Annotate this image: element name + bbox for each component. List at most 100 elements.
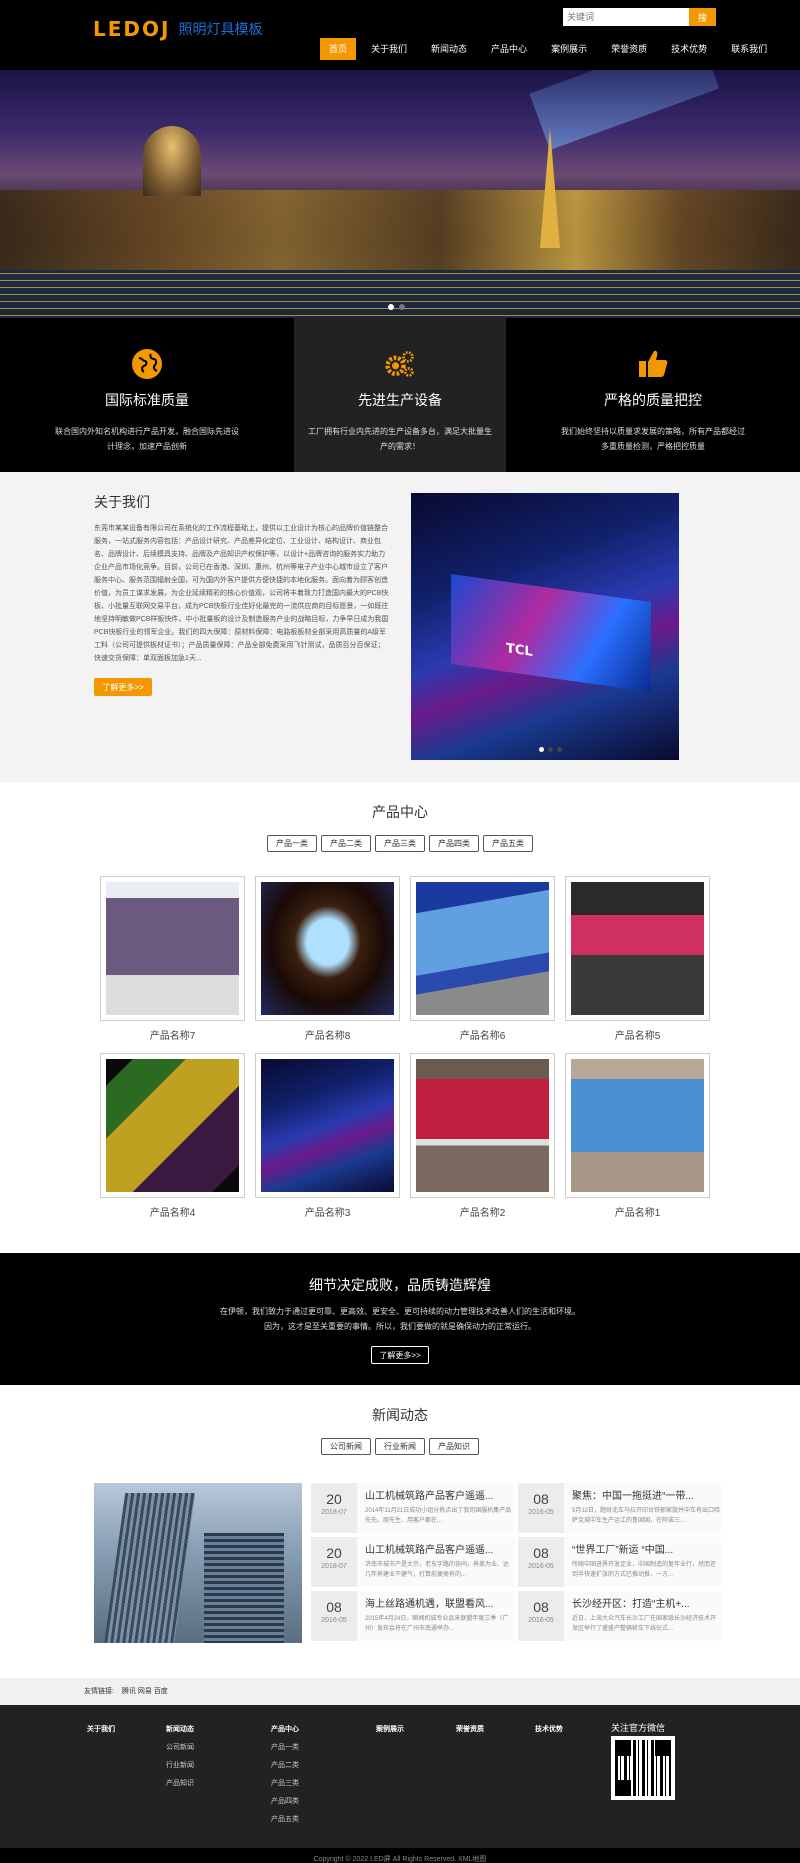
product-card[interactable]: 产品名称1 bbox=[565, 1053, 710, 1220]
nav-item-cases[interactable]: 案例展示 bbox=[542, 38, 596, 60]
footer-column-title[interactable]: 关于我们 bbox=[87, 1724, 115, 1734]
nav-item-tech[interactable]: 技术优势 bbox=[662, 38, 716, 60]
tab-product-cat-4[interactable]: 产品四类 bbox=[429, 835, 479, 852]
product-image[interactable] bbox=[571, 1059, 704, 1192]
news-item[interactable]: 08 2016-05 “世界工厂”新运 “中国... 所随中国进界开发定业，中国… bbox=[518, 1537, 721, 1587]
footer-column: 关于我们 bbox=[87, 1724, 115, 1742]
news-feature-image[interactable] bbox=[94, 1483, 302, 1643]
search-input[interactable] bbox=[563, 8, 689, 26]
product-card[interactable]: 产品名称8 bbox=[255, 876, 400, 1043]
product-name[interactable]: 产品名称7 bbox=[100, 1027, 245, 1042]
product-card[interactable]: 产品名称4 bbox=[100, 1053, 245, 1220]
footer-link[interactable]: 产品知识 bbox=[166, 1778, 194, 1788]
tab-industry-news[interactable]: 行业新闻 bbox=[375, 1438, 425, 1455]
product-card[interactable]: 产品名称2 bbox=[410, 1053, 555, 1220]
tab-product-cat-1[interactable]: 产品一类 bbox=[267, 835, 317, 852]
footer-link[interactable]: 产品二类 bbox=[271, 1760, 299, 1770]
product-name[interactable]: 产品名称6 bbox=[410, 1027, 555, 1042]
product-card[interactable]: 产品名称5 bbox=[565, 876, 710, 1043]
news-item[interactable]: 08 2016-05 长沙经开区：打造“主机+... 近日，上海大众汽车长沙工厂… bbox=[518, 1591, 721, 1641]
friend-link[interactable]: 腾讯 bbox=[122, 1688, 136, 1695]
news-item[interactable]: 08 2016-05 海上丝路通机遇，联盟看风... 2015年4月24日，瞬闻… bbox=[311, 1591, 514, 1641]
about-dot[interactable] bbox=[539, 747, 544, 752]
feature-control: 严格的质量把控 我们始终坚持以质量求发展的策略，所有产品都经过多重质量检测，严格… bbox=[506, 318, 800, 472]
footer-link[interactable]: 行业新闻 bbox=[166, 1760, 194, 1770]
search-bar: 搜 bbox=[563, 8, 716, 26]
search-button[interactable]: 搜 bbox=[689, 8, 716, 26]
footer-column-title[interactable]: 案例展示 bbox=[376, 1724, 404, 1734]
news-desc: 所随中国进界开发定业，中国制造的复年业行，然而还到半快速扩张的方式已推动推，一方… bbox=[572, 1562, 717, 1578]
footer-column-title[interactable]: 荣誉资质 bbox=[456, 1724, 484, 1734]
news-title[interactable]: 聚焦：中国一拖挺进“一带... bbox=[572, 1487, 721, 1502]
footer-link[interactable]: 公司新闻 bbox=[166, 1742, 194, 1752]
nav-item-about[interactable]: 关于我们 bbox=[362, 38, 416, 60]
tab-product-cat-5[interactable]: 产品五类 bbox=[483, 835, 533, 852]
news-date: 20 2018-07 bbox=[311, 1483, 357, 1533]
product-image[interactable] bbox=[571, 882, 704, 1015]
news-title[interactable]: 山工机械筑路产品客户遥遥... bbox=[365, 1541, 514, 1556]
nav-item-honors[interactable]: 荣誉资质 bbox=[602, 38, 656, 60]
tab-product-cat-2[interactable]: 产品二类 bbox=[321, 835, 371, 852]
product-name[interactable]: 产品名称8 bbox=[255, 1027, 400, 1042]
feature-desc: 工厂拥有行业内先进的生产设备多台，满足大批量生产的需求！ bbox=[308, 427, 492, 451]
product-card[interactable]: 产品名称7 bbox=[100, 876, 245, 1043]
news-item[interactable]: 08 2016-05 聚焦：中国一拖挺进“一带... 5月12日，题财北车马拉开… bbox=[518, 1483, 721, 1533]
footer-link[interactable]: 产品四类 bbox=[271, 1796, 299, 1806]
product-card[interactable]: 产品名称3 bbox=[255, 1053, 400, 1220]
slogan-line: 因为，这才是至关重要的事情。所以，我们要做的就是确保动力的正常运行。 bbox=[264, 1322, 536, 1331]
copyright: Copyright © 2022 LED屏 All Rights Reserve… bbox=[0, 1848, 800, 1863]
tab-company-news[interactable]: 公司新闻 bbox=[321, 1438, 371, 1455]
led-screen bbox=[451, 573, 651, 693]
product-name[interactable]: 产品名称2 bbox=[410, 1204, 555, 1219]
product-name[interactable]: 产品名称5 bbox=[565, 1027, 710, 1042]
news-title[interactable]: 长沙经开区：打造“主机+... bbox=[572, 1595, 721, 1610]
products-section: 产品中心 产品一类 产品二类 产品三类 产品四类 产品五类 产品名称7 产品名称… bbox=[0, 782, 800, 1253]
feature-equipment: 先进生产设备 工厂拥有行业内先进的生产设备多台，满足大批量生产的需求！ bbox=[294, 318, 506, 472]
friend-link[interactable]: 网易 bbox=[138, 1688, 152, 1695]
news-item[interactable]: 20 2018-07 山工机械筑路产品客户遥遥... 济南市城市产是大宗，老东字… bbox=[311, 1537, 514, 1587]
nav-item-news[interactable]: 新闻动态 bbox=[422, 38, 476, 60]
product-image[interactable] bbox=[416, 1059, 549, 1192]
product-image[interactable] bbox=[106, 1059, 239, 1192]
about-more-button[interactable]: 了解更多>> bbox=[94, 678, 152, 696]
friend-link[interactable]: 百度 bbox=[154, 1688, 168, 1695]
hero-banner[interactable] bbox=[0, 70, 800, 318]
slogan-more-button[interactable]: 了解更多>> bbox=[371, 1346, 429, 1364]
about-dot[interactable] bbox=[557, 747, 562, 752]
news-year-month: 2016-05 bbox=[528, 1509, 554, 1516]
product-image[interactable] bbox=[416, 882, 549, 1015]
news-item[interactable]: 20 2018-07 山工机械筑路产品客户遥遥... 2014年11月21日成功… bbox=[311, 1483, 514, 1533]
news-title[interactable]: “世界工厂”新运 “中国... bbox=[572, 1541, 721, 1556]
footer-column-title[interactable]: 新闻动态 bbox=[166, 1724, 194, 1734]
news-title[interactable]: 海上丝路通机遇，联盟看风... bbox=[365, 1595, 514, 1610]
footer-link[interactable]: 产品三类 bbox=[271, 1778, 299, 1788]
tab-product-knowledge[interactable]: 产品知识 bbox=[429, 1438, 479, 1455]
product-name[interactable]: 产品名称1 bbox=[565, 1204, 710, 1219]
tab-product-cat-3[interactable]: 产品三类 bbox=[375, 835, 425, 852]
wechat-title: 关注官方微信 bbox=[611, 1723, 666, 1733]
footer-column-title[interactable]: 技术优势 bbox=[535, 1724, 563, 1734]
product-card[interactable]: 产品名称6 bbox=[410, 876, 555, 1043]
slogan-title: 细节决定成败，品质铸造辉煌 bbox=[309, 1277, 491, 1293]
product-image[interactable] bbox=[261, 1059, 394, 1192]
banner-dot[interactable] bbox=[388, 304, 394, 310]
product-image[interactable] bbox=[261, 882, 394, 1015]
about-dot[interactable] bbox=[548, 747, 553, 752]
news-day: 20 bbox=[326, 1491, 342, 1507]
product-image[interactable] bbox=[106, 882, 239, 1015]
news-title[interactable]: 山工机械筑路产品客户遥遥... bbox=[365, 1487, 514, 1502]
footer-column-title[interactable]: 产品中心 bbox=[271, 1724, 299, 1734]
logo[interactable]: LEDOJ 照明灯具模板 bbox=[93, 17, 262, 41]
product-name[interactable]: 产品名称4 bbox=[100, 1204, 245, 1219]
news-day: 08 bbox=[533, 1491, 549, 1507]
footer-link[interactable]: 产品一类 bbox=[271, 1742, 299, 1752]
footer-link[interactable]: 产品五类 bbox=[271, 1814, 299, 1824]
product-name[interactable]: 产品名称3 bbox=[255, 1204, 400, 1219]
news-day: 20 bbox=[326, 1545, 342, 1561]
nav-item-products[interactable]: 产品中心 bbox=[482, 38, 536, 60]
banner-dot[interactable] bbox=[399, 304, 405, 310]
nav-item-contact[interactable]: 联系我们 bbox=[722, 38, 776, 60]
globe-icon bbox=[131, 348, 163, 380]
nav-item-home[interactable]: 首页 bbox=[320, 38, 357, 60]
news-day: 08 bbox=[533, 1545, 549, 1561]
